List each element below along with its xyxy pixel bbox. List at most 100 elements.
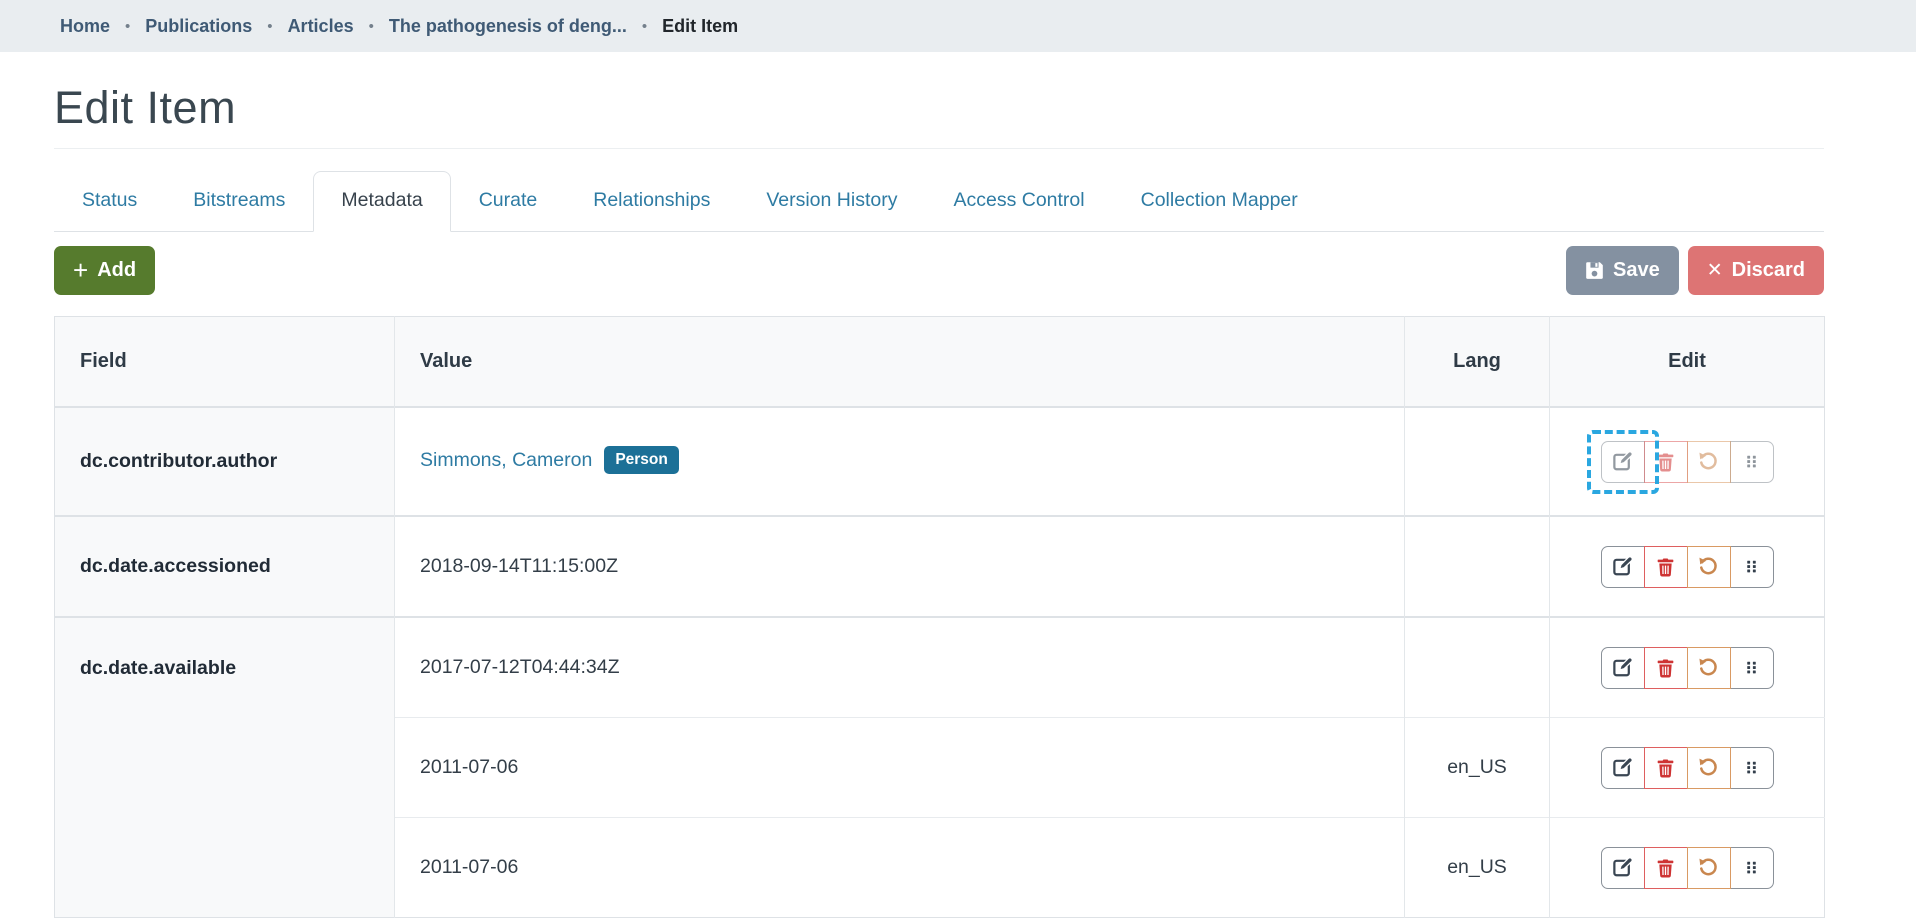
add-metadata-button[interactable]: + Add [54, 246, 155, 295]
tab-access-control[interactable]: Access Control [925, 171, 1112, 232]
value-cell: Simmons, CameronPerson [395, 408, 1405, 516]
column-header-value: Value [395, 317, 1405, 407]
edit-button-group [1601, 546, 1774, 588]
grip-dots-icon [1743, 658, 1760, 677]
value-text: 2017-07-12T04:44:34Z [420, 656, 619, 678]
trash-icon [1656, 452, 1675, 472]
edit-value-button[interactable] [1601, 847, 1645, 889]
edit-button-group [1601, 847, 1774, 889]
undo-value-button[interactable] [1687, 847, 1731, 889]
toolbar: + Add Save ✕ Discard [54, 246, 1824, 295]
delete-value-button[interactable] [1644, 441, 1688, 483]
breadcrumb-item-the-pathogenesis-of-deng[interactable]: The pathogenesis of deng... [389, 16, 627, 37]
breadcrumb-separator-icon: • [267, 18, 272, 35]
undo-icon [1698, 857, 1719, 878]
main-content: Edit Item StatusBitstreamsMetadataCurate… [54, 82, 1824, 918]
pencil-square-icon [1612, 857, 1633, 878]
metadata-field-group: dc.date.available 2017-07-12T04:44:34Z [54, 617, 1825, 918]
pencil-square-icon [1612, 757, 1633, 778]
tab-status[interactable]: Status [54, 171, 165, 232]
tab-bar: StatusBitstreamsMetadataCurateRelationsh… [54, 171, 1824, 232]
value-text: 2011-07-06 [420, 756, 518, 778]
metadata-table-header: Field Value Lang Edit [54, 316, 1825, 407]
page-title: Edit Item [54, 82, 1824, 149]
x-icon: ✕ [1707, 261, 1723, 280]
value-cell: 2018-09-14T11:15:00Z [395, 517, 1405, 617]
lang-cell [1405, 517, 1550, 617]
breadcrumb-item-publications[interactable]: Publications [145, 16, 252, 37]
value-text: 2011-07-06 [420, 856, 518, 878]
undo-icon [1698, 556, 1719, 577]
breadcrumb-separator-icon: • [642, 18, 647, 35]
value-cell: 2011-07-06 [395, 818, 1405, 918]
breadcrumb-item-articles[interactable]: Articles [288, 16, 354, 37]
field-name: dc.contributor.author [55, 408, 395, 516]
tab-curate[interactable]: Curate [451, 171, 566, 232]
undo-icon [1698, 757, 1719, 778]
trash-icon [1656, 758, 1675, 778]
column-header-field: Field [55, 317, 395, 407]
breadcrumb-item-edit-item: Edit Item [662, 16, 738, 37]
breadcrumb: Home • Publications • Articles • The pathogene… [0, 0, 1916, 52]
edit-cell [1550, 517, 1825, 617]
pencil-square-icon [1612, 657, 1633, 678]
undo-icon [1698, 451, 1719, 472]
delete-value-button[interactable] [1644, 847, 1688, 889]
table-row: dc.contributor.author Simmons, CameronPe… [55, 408, 1825, 516]
drag-handle-button[interactable] [1730, 647, 1774, 689]
drag-handle-button[interactable] [1730, 847, 1774, 889]
column-header-edit: Edit [1550, 317, 1825, 407]
lang-cell: en_US [1405, 818, 1550, 918]
edit-cell [1550, 718, 1825, 818]
drag-handle-button[interactable] [1730, 747, 1774, 789]
lang-cell [1405, 408, 1550, 516]
edit-value-button[interactable] [1601, 647, 1645, 689]
edit-button-group [1601, 747, 1774, 789]
edit-value-button[interactable] [1601, 546, 1645, 588]
trash-icon [1656, 858, 1675, 878]
value-link[interactable]: Simmons, Cameron [420, 449, 592, 471]
delete-value-button[interactable] [1644, 747, 1688, 789]
trash-icon [1656, 658, 1675, 678]
lang-cell: en_US [1405, 718, 1550, 818]
drag-handle-button[interactable] [1730, 441, 1774, 483]
discard-button[interactable]: ✕ Discard [1688, 246, 1824, 295]
delete-value-button[interactable] [1644, 647, 1688, 689]
edit-button-group [1601, 647, 1774, 689]
field-name: dc.date.available [55, 618, 395, 918]
edit-cell [1550, 818, 1825, 918]
grip-dots-icon [1743, 452, 1760, 471]
tab-metadata[interactable]: Metadata [313, 171, 450, 232]
pencil-square-icon [1612, 451, 1633, 472]
grip-dots-icon [1743, 858, 1760, 877]
grip-dots-icon [1743, 557, 1760, 576]
undo-value-button[interactable] [1687, 747, 1731, 789]
undo-value-button[interactable] [1687, 441, 1731, 483]
save-button[interactable]: Save [1566, 246, 1679, 295]
save-button-label: Save [1613, 259, 1660, 282]
breadcrumb-item-home[interactable]: Home [60, 16, 110, 37]
edit-button-group [1601, 441, 1774, 483]
table-row: dc.date.accessioned 2018-09-14T11:15:00Z [55, 517, 1825, 617]
value-cell: 2011-07-06 [395, 718, 1405, 818]
breadcrumb-separator-icon: • [369, 18, 374, 35]
table-row: dc.date.available 2017-07-12T04:44:34Z [55, 618, 1825, 718]
discard-button-label: Discard [1732, 259, 1805, 282]
trash-icon [1656, 557, 1675, 577]
tab-bitstreams[interactable]: Bitstreams [165, 171, 313, 232]
undo-value-button[interactable] [1687, 546, 1731, 588]
value-cell: 2017-07-12T04:44:34Z [395, 618, 1405, 718]
metadata-table: Field Value Lang Edit dc.contributor.aut… [54, 316, 1824, 918]
plus-icon: + [73, 257, 88, 283]
metadata-field-group: dc.date.accessioned 2018-09-14T11:15:00Z [54, 516, 1825, 617]
tab-collection-mapper[interactable]: Collection Mapper [1113, 171, 1326, 232]
metadata-field-group: dc.contributor.author Simmons, CameronPe… [54, 407, 1825, 516]
tab-version-history[interactable]: Version History [738, 171, 925, 232]
edit-value-button[interactable] [1601, 747, 1645, 789]
add-button-label: Add [97, 259, 136, 282]
delete-value-button[interactable] [1644, 546, 1688, 588]
undo-value-button[interactable] [1687, 647, 1731, 689]
drag-handle-button[interactable] [1730, 546, 1774, 588]
tab-relationships[interactable]: Relationships [565, 171, 738, 232]
edit-value-button[interactable] [1601, 441, 1645, 483]
